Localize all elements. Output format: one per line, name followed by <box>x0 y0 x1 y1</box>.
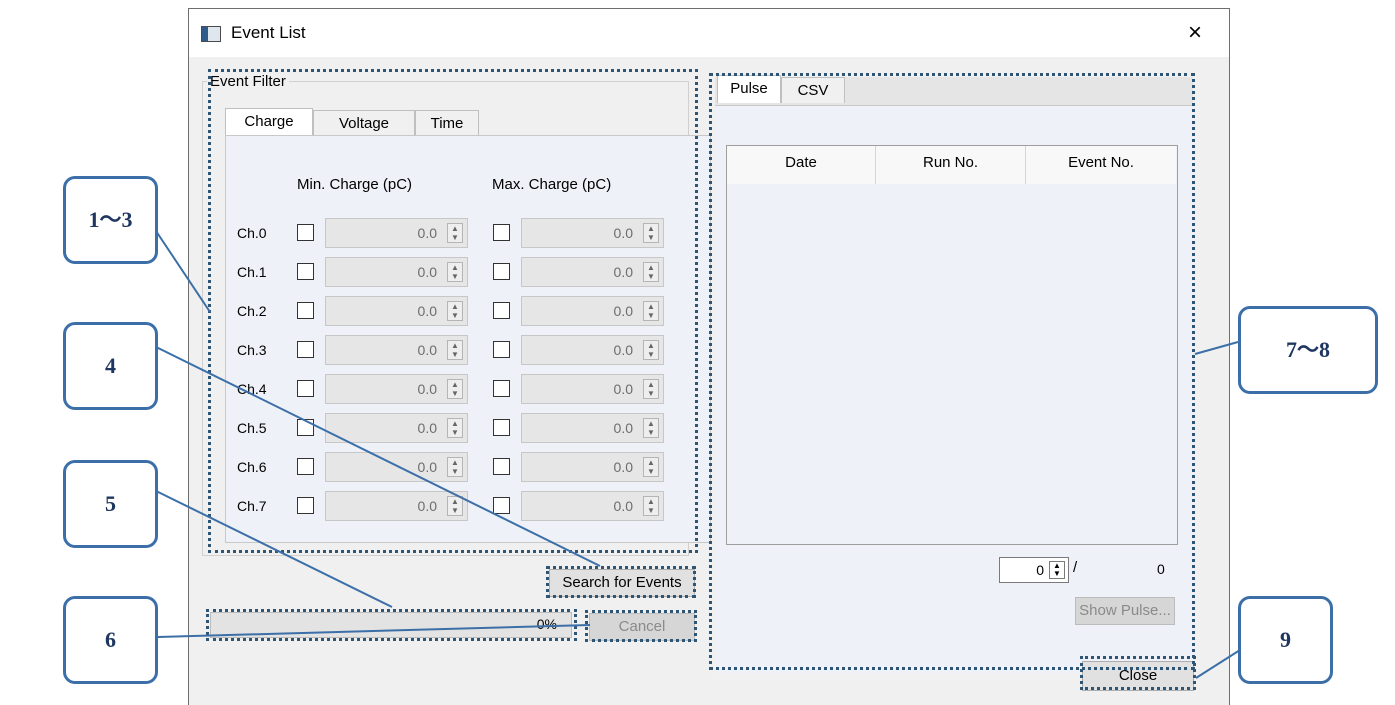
callout-1-3: 1～3 <box>63 176 158 264</box>
callout-5: 5 <box>63 460 158 548</box>
callout-9: 9 <box>1238 596 1333 684</box>
callout-4: 4 <box>63 322 158 410</box>
connector-4 <box>149 343 601 567</box>
callout-7-8: 7～8 <box>1238 306 1378 394</box>
connector-9 <box>1195 649 1241 679</box>
connector-5 <box>149 487 393 608</box>
connector-1-3 <box>149 221 211 313</box>
callout-6: 6 <box>63 596 158 684</box>
callout-connectors <box>149 221 1241 679</box>
connector-7-8 <box>1194 341 1239 355</box>
connector-6 <box>157 624 591 638</box>
